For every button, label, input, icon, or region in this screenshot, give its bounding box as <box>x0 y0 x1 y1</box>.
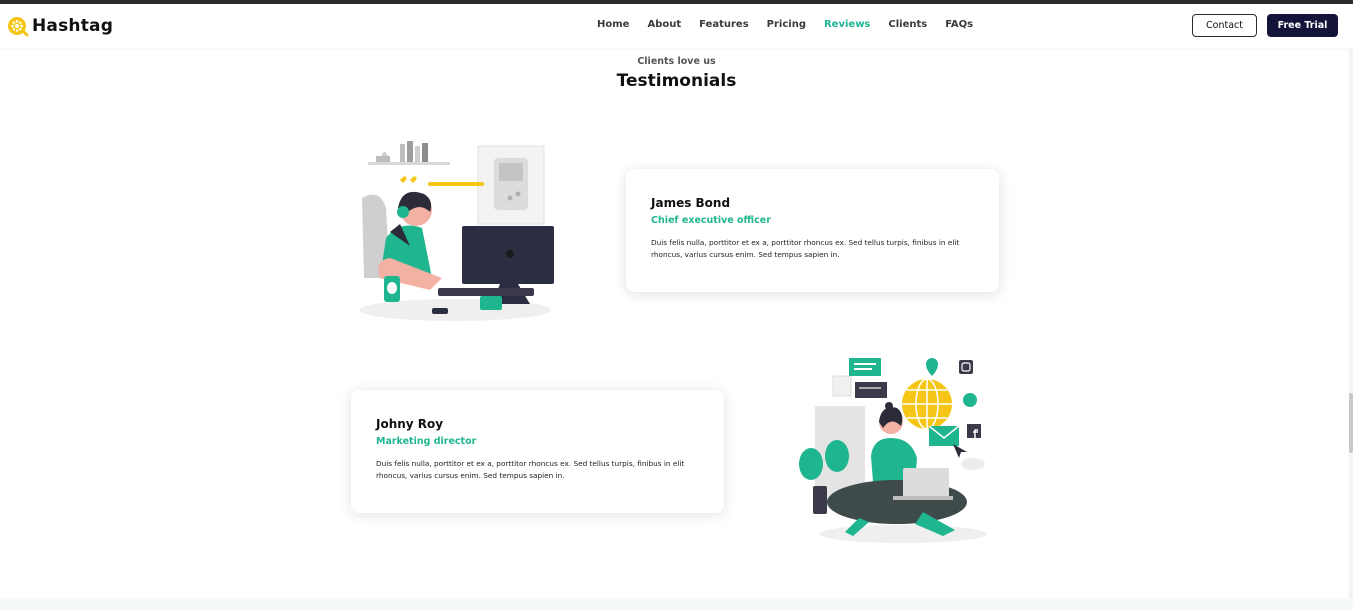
main-nav: Home About Features Pricing Reviews Clie… <box>597 19 973 30</box>
logo-text: Hashtag <box>32 16 114 36</box>
nav-faqs[interactable]: FAQs <box>945 19 973 30</box>
next-section-band <box>0 598 1353 611</box>
testimonial-name: James Bond <box>651 196 731 210</box>
testimonial-card: Johny Roy Marketing director Duis felis … <box>351 390 724 513</box>
testimonial-name: Johny Roy <box>376 417 444 431</box>
testimonial-role: Chief executive officer <box>651 215 771 226</box>
nav-about[interactable]: About <box>647 19 681 30</box>
gamer-illustration <box>359 141 554 321</box>
nav-home[interactable]: Home <box>597 19 629 30</box>
nav-reviews[interactable]: Reviews <box>824 19 870 30</box>
testimonial-quote: Duis felis nulla, porttitor et ex a, por… <box>376 459 685 480</box>
nav-pricing[interactable]: Pricing <box>767 19 806 30</box>
free-trial-button[interactable]: Free Trial <box>1267 14 1338 37</box>
scrollbar-track[interactable] <box>1349 48 1353 611</box>
nav-features[interactable]: Features <box>699 19 749 30</box>
section-eyebrow: Clients love us <box>637 56 716 67</box>
hashtag-logo-icon <box>8 17 29 37</box>
testimonial-card: James Bond Chief executive officer Duis … <box>626 169 999 292</box>
scrollbar-thumb[interactable] <box>1349 393 1353 453</box>
testimonial-quote: Duis felis nulla, porttitor et ex a, por… <box>651 238 960 259</box>
site-header: Hashtag Home About Features Pricing Revi… <box>0 4 1353 48</box>
contact-button[interactable]: Contact <box>1192 14 1257 37</box>
social-media-illustration <box>799 358 987 543</box>
section-title: Testimonials <box>616 71 737 91</box>
logo[interactable]: Hashtag <box>7 15 113 37</box>
testimonial-role: Marketing director <box>376 436 477 447</box>
nav-clients[interactable]: Clients <box>888 19 927 30</box>
